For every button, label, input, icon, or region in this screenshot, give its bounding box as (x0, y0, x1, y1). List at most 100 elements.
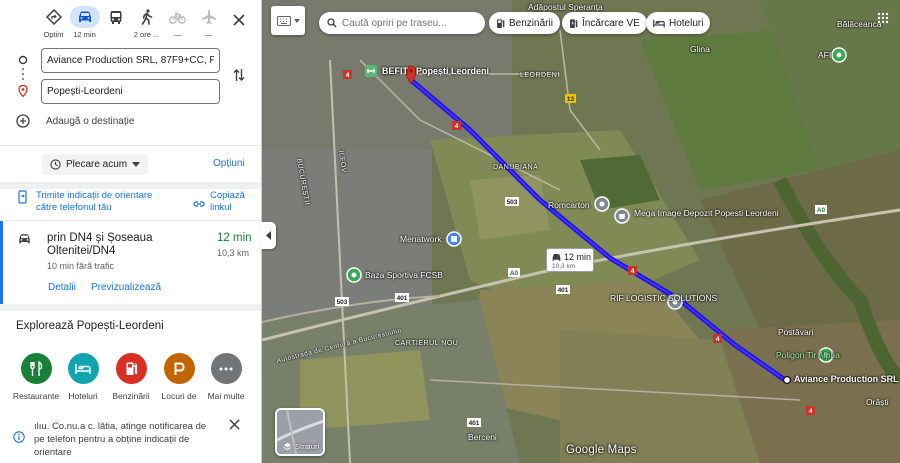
mode-transit[interactable] (100, 6, 131, 42)
chip-gas-stations-label: Benzinării (509, 17, 553, 29)
keyboard-icon (276, 15, 291, 26)
route-preview-button[interactable]: Previzualizează (91, 282, 161, 293)
label-balaceanca: Bălăceanca (837, 19, 882, 29)
category-restaurants[interactable]: Restaurante (12, 353, 60, 401)
category-restaurants-label: Restaurante (12, 391, 60, 401)
bicycle-icon (163, 6, 193, 28)
add-destination-button[interactable]: Adaugă o destinație (16, 114, 134, 128)
label-poligon: Poligon Tir Alpha (776, 350, 840, 360)
route-details-button[interactable]: Detalii (48, 282, 76, 293)
layers-label: Straturi (295, 442, 320, 451)
notification-text: ılıu. Co.nu.a c. lătia, atinge notificar… (34, 421, 207, 458)
destination-input[interactable] (41, 79, 220, 104)
info-icon (13, 431, 25, 443)
start-point-icon (18, 55, 28, 65)
chip-ev-charging-label: Încărcare VE (582, 17, 640, 29)
copy-link-button[interactable]: Copiază linkul (193, 190, 255, 214)
route-time-bubble[interactable]: 12 min 10,3 km (546, 248, 594, 272)
category-parking[interactable]: Locuri de (159, 353, 199, 401)
label-befit: BEFIT (382, 66, 408, 76)
bubble-time: 12 min (564, 252, 592, 262)
mode-walking[interactable]: 2 ore ... (131, 6, 162, 42)
swap-waypoints-button[interactable] (230, 65, 248, 85)
search-along-route-input[interactable] (342, 17, 477, 29)
hotel-bed-icon (653, 19, 665, 27)
restaurant-icon (20, 353, 52, 384)
search-along-route[interactable] (319, 12, 485, 34)
google-maps-logo: Google Maps (566, 444, 637, 456)
label-postavari: Postăvari (778, 327, 814, 337)
label-berceni: Berceni (468, 432, 497, 442)
layers-label-wrap: Straturi (283, 442, 319, 451)
close-notification-icon[interactable] (229, 419, 240, 430)
mode-best-label: Optim (43, 30, 64, 39)
mode-cycling[interactable]: — (162, 6, 193, 42)
phone-send-icon (18, 190, 27, 204)
chip-ev-charging[interactable]: Încărcare VE (562, 12, 647, 34)
label-aviance: Aviance Production SRL (794, 374, 899, 384)
add-circle-icon (16, 114, 30, 128)
label-rif-logistic: RIF LOGISTIC SOLUTIONS (610, 293, 718, 303)
business-pin-icon[interactable] (594, 196, 610, 212)
label-menatwork: Menatwork (400, 234, 442, 244)
depart-time-label: Plecare acum (66, 159, 128, 170)
mode-driving[interactable]: 12 min (69, 6, 100, 42)
category-more-label: Mai multe (207, 391, 245, 401)
more-dots-icon (210, 353, 242, 384)
close-directions-button[interactable] (228, 9, 250, 31)
map-canvas[interactable]: 4 4 4 4 4 13 503 503 A0 A0 401 401 401 A… (262, 0, 900, 463)
caret-down-icon (132, 162, 141, 167)
car-icon (552, 253, 561, 261)
depart-time-dropdown[interactable]: Plecare acum (42, 154, 149, 175)
ev-charging-icon (570, 18, 578, 28)
link-icon (193, 201, 205, 207)
chip-hotels[interactable]: Hoteluri (646, 12, 711, 34)
route-options-link[interactable]: Opțiuni (213, 158, 245, 169)
explore-title: Explorează Popești-Leordeni (16, 320, 164, 332)
collapse-panel-button[interactable] (261, 222, 276, 249)
copy-link-label: Copiază linkul (210, 190, 245, 213)
travel-mode-bar: Optim 12 min 2 ore ... — — (38, 6, 224, 42)
gas-station-icon (497, 18, 505, 28)
send-to-phone-button[interactable]: Trimite indicații de orientare către tel… (18, 190, 166, 214)
mode-flight[interactable]: — (193, 6, 224, 42)
building-pin-icon[interactable] (446, 231, 462, 247)
satellite-imagery (262, 0, 900, 463)
route-option-card[interactable]: prin DN4 și Șoseaua Oltenitei/DN4 12 min… (0, 221, 261, 304)
label-adapostul: Adăpostul Speranța (528, 2, 603, 12)
sports-pin-icon[interactable] (346, 267, 362, 283)
gym-pin-icon[interactable] (364, 64, 378, 78)
label-orasti: Orăști (866, 397, 889, 407)
map-layer-toggle[interactable] (271, 6, 305, 35)
category-hotels[interactable]: Hoteluri (63, 353, 103, 401)
mode-flight-label: — (204, 30, 213, 39)
car-icon (19, 234, 30, 244)
start-location-input[interactable] (41, 48, 220, 73)
route-via-text: prin DN4 și Șoseaua Oltenitei/DN4 (47, 232, 153, 257)
phone-notification-banner: ılıu. Co.nu.a c. lătia, atinge notificar… (0, 409, 261, 463)
label-afi: AFI (818, 50, 832, 60)
chip-gas-stations[interactable]: Benzinării (489, 12, 560, 34)
route-distance: 10,3 km (217, 248, 250, 258)
chip-hotels-label: Hoteluri (669, 17, 704, 29)
label-baza-sportiva: Baza Sportiva FCSB (365, 270, 443, 280)
category-gas-stations-label: Benzinării (112, 391, 150, 401)
afi-pin-icon[interactable] (831, 47, 847, 63)
bus-icon (101, 6, 131, 28)
clock-icon (50, 159, 61, 170)
destination-pin-icon (18, 85, 28, 97)
close-icon (233, 14, 245, 26)
apps-grid-icon[interactable] (877, 12, 889, 24)
diamond-route-icon (39, 6, 69, 28)
category-more[interactable]: Mai multe (206, 353, 246, 401)
route-duration: 12 min (217, 232, 252, 244)
caret-down-icon (293, 18, 300, 23)
category-gas-stations[interactable]: Benzinării (111, 353, 151, 401)
label-cartierul-nou: CARTIERUL NOU (395, 340, 459, 347)
label-leordeni: LEORDENI (520, 72, 560, 79)
hotel-bed-icon (67, 353, 99, 384)
mode-cycling-label: — (173, 30, 182, 39)
layers-button[interactable]: Straturi (275, 408, 325, 456)
mode-best[interactable]: Optim (38, 6, 69, 42)
store-pin-icon[interactable] (614, 208, 630, 224)
